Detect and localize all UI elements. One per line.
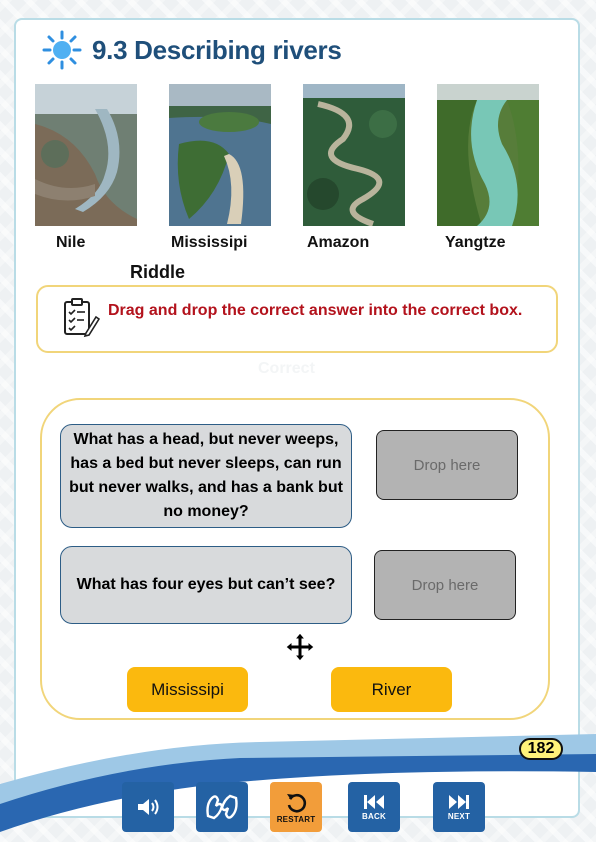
- sign-language-button[interactable]: [196, 782, 248, 832]
- feedback-text: Correct: [258, 360, 315, 377]
- speaker-icon: [138, 799, 159, 815]
- next-button[interactable]: NEXT: [433, 782, 485, 832]
- fast-forward-icon: [449, 794, 469, 809]
- sun-icon: [42, 30, 82, 70]
- back-button[interactable]: BACK: [348, 782, 400, 832]
- river-label-yangtze: Yangtze: [445, 234, 506, 251]
- audio-button[interactable]: [122, 782, 174, 832]
- mississipi-photo: [169, 84, 271, 226]
- restart-button[interactable]: RESTART: [270, 782, 322, 832]
- back-label: BACK: [362, 811, 386, 821]
- answer-mississipi[interactable]: Mississipi: [127, 667, 248, 712]
- restart-icon: [287, 793, 307, 812]
- riddle-question-2: What has four eyes but can’t see?: [60, 546, 352, 624]
- amazon-photo: [303, 84, 405, 226]
- drop-zone-2[interactable]: Drop here: [374, 550, 516, 620]
- page-number: 182: [519, 738, 563, 760]
- header: 9.3 Describing rivers: [42, 30, 342, 70]
- riddle-heading: Riddle: [130, 262, 186, 282]
- riddle-question-1: What has a head, but never weeps, has a …: [60, 424, 352, 528]
- river-label-mississipi: Mississipi: [171, 234, 248, 251]
- move-cursor-icon: [285, 632, 315, 662]
- nile-photo: [35, 84, 137, 226]
- instruction-text: Drag and drop the correct answer into th…: [108, 302, 523, 319]
- sign-language-icon: [206, 794, 238, 820]
- yangtze-photo: [437, 84, 539, 226]
- rewind-icon: [364, 794, 384, 809]
- clipboard-check-icon: [64, 298, 100, 338]
- next-label: NEXT: [447, 811, 471, 821]
- answer-river[interactable]: River: [331, 667, 452, 712]
- page-title: 9.3 Describing rivers: [92, 34, 342, 65]
- river-label-amazon: Amazon: [307, 234, 370, 251]
- instruction-box: Drag and drop the correct answer into th…: [36, 285, 558, 353]
- restart-label: RESTART: [276, 814, 316, 824]
- river-label-nile: Nile: [56, 234, 86, 251]
- drop-zone-1[interactable]: Drop here: [376, 430, 518, 500]
